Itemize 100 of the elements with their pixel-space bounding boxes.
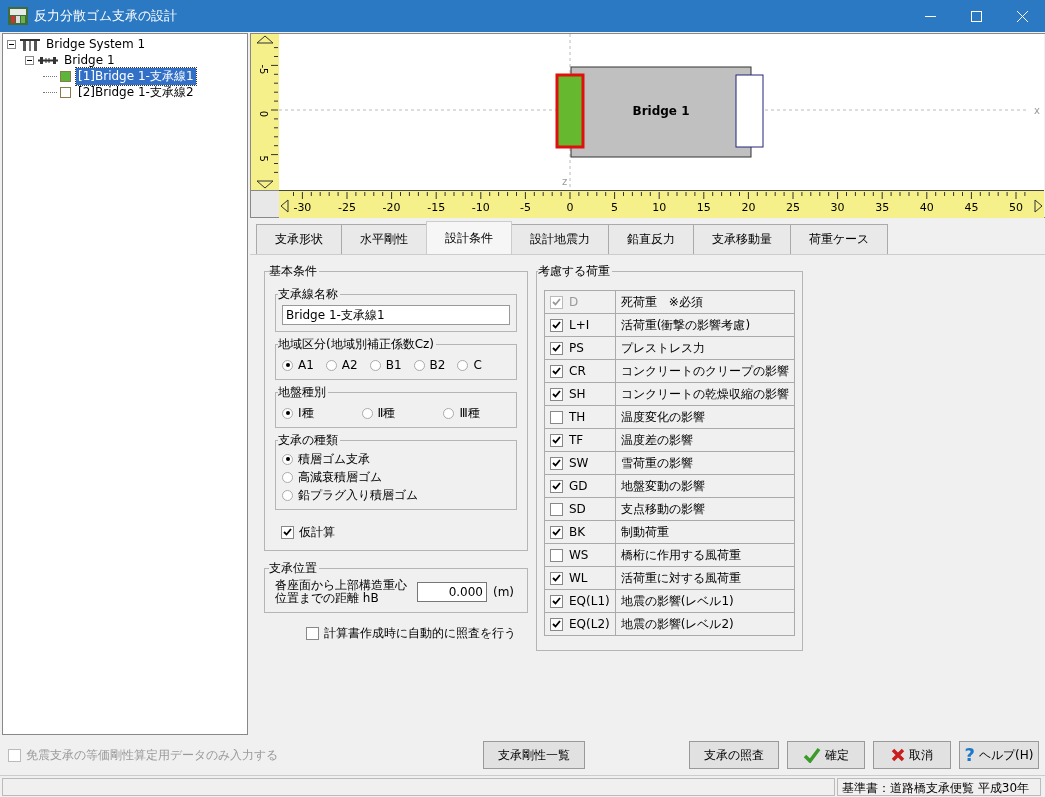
radio-button[interactable] xyxy=(325,359,337,371)
table-cell: プレストレス力 xyxy=(615,336,795,360)
ruler-label: -5 xyxy=(258,64,269,75)
checkbox-label: 免震支承の等価剛性算定用データのみ入力する xyxy=(26,746,278,764)
tree-item[interactable]: [2]Bridge 1-支承線2 xyxy=(76,83,196,101)
group-title: 支承線名称 xyxy=(278,286,339,303)
checkbox[interactable] xyxy=(550,410,563,424)
ruler-label: 35 xyxy=(875,201,890,214)
name-input-field[interactable]: Bridge 1-支承線1 xyxy=(282,305,510,325)
action-button[interactable]: 支承剛性一覧 xyxy=(482,741,585,769)
checkbox[interactable] xyxy=(550,364,563,378)
axis-label: z xyxy=(562,176,568,187)
radio-button[interactable] xyxy=(457,359,469,371)
table-cell: 制動荷重 xyxy=(615,520,795,544)
tree-item[interactable]: Bridge 1 xyxy=(62,53,117,67)
table-cell: 雪荷重の影響 xyxy=(615,451,795,475)
right-arrow-icon[interactable] xyxy=(1034,199,1043,213)
load-code: PS xyxy=(569,341,584,355)
checkbox[interactable] xyxy=(550,341,563,355)
tab[interactable]: 水平剛性 xyxy=(341,224,427,254)
ruler-label: 15 xyxy=(696,201,711,214)
radio-button[interactable] xyxy=(413,359,425,371)
load-code: D xyxy=(569,295,579,309)
ruler-label: 25 xyxy=(786,201,800,214)
ruler-label: -10 xyxy=(471,201,490,214)
radio-label: A1 xyxy=(298,358,314,372)
table-cell: コンクリートの乾燥収縮の影響 xyxy=(615,382,795,406)
radio-label: A2 xyxy=(341,358,358,372)
tree-item[interactable]: Bridge System 1 xyxy=(44,37,148,51)
status-text: 基準書：道路橋支承便覧 平成30年 xyxy=(837,778,1041,796)
window-title: 反力分散ゴム支承の設計 xyxy=(34,7,178,25)
load-code: CR xyxy=(569,364,586,378)
tab[interactable]: 荷重ケース xyxy=(790,224,888,254)
load-code: EQ(L1) xyxy=(569,594,610,608)
group-title: 支承位置 xyxy=(269,560,318,577)
ruler-label: -15 xyxy=(427,201,446,214)
ruler-label: -25 xyxy=(338,201,356,214)
ok-button[interactable]: 確定 xyxy=(787,741,865,769)
checkbox[interactable] xyxy=(550,525,563,539)
tab[interactable]: 設計条件 xyxy=(426,221,512,254)
radio-button[interactable] xyxy=(282,453,293,465)
collapse-icon[interactable] xyxy=(25,55,34,65)
cancel-button[interactable]: 取消 xyxy=(873,741,951,769)
help-button[interactable]: ? ヘルプ(H) xyxy=(959,741,1039,769)
load-code: SH xyxy=(569,387,586,401)
left-arrow-icon[interactable] xyxy=(280,199,289,213)
group-title: 地域区分(地域別補正係数Cz) xyxy=(278,336,436,353)
checkbox[interactable] xyxy=(550,502,563,516)
ruler-label: 10 xyxy=(652,201,667,214)
tree-item[interactable]: [1]Bridge 1-支承線1 xyxy=(76,67,196,85)
tab[interactable]: 設計地震力 xyxy=(511,224,609,254)
distance-input-field[interactable]: 0.000 xyxy=(417,581,487,602)
load-code: BK xyxy=(569,525,586,539)
collapse-icon[interactable] xyxy=(7,39,16,49)
radio-button[interactable] xyxy=(282,489,293,501)
up-arrow-icon[interactable] xyxy=(256,35,274,44)
checkbox[interactable] xyxy=(550,456,563,470)
unit-label: (m) xyxy=(493,584,515,599)
action-button[interactable]: 支承の照査 xyxy=(689,741,779,769)
tab[interactable]: 支承移動量 xyxy=(693,224,791,254)
close-icon xyxy=(891,748,905,762)
checkbox[interactable] xyxy=(306,626,319,640)
checkbox[interactable] xyxy=(550,387,563,401)
ruler-label: 45 xyxy=(964,201,979,214)
checkbox[interactable] xyxy=(281,525,294,539)
checkbox[interactable] xyxy=(550,548,563,562)
field-label: 沓座面から上部構造重心 xyxy=(275,579,407,592)
checkbox[interactable] xyxy=(550,571,563,585)
radio-button[interactable] xyxy=(443,407,455,419)
radio-button[interactable] xyxy=(361,407,373,419)
axis-label: x xyxy=(1034,105,1040,116)
ruler-label: 30 xyxy=(830,201,845,214)
ruler-label: -30 xyxy=(293,201,312,214)
checkbox[interactable] xyxy=(550,594,563,608)
checkbox[interactable] xyxy=(550,433,563,447)
checkbox[interactable] xyxy=(550,318,563,332)
ruler-label: 50 xyxy=(1009,201,1023,214)
app-icon xyxy=(8,7,28,25)
radio-label: C xyxy=(473,358,482,372)
radio-button[interactable] xyxy=(282,407,293,419)
ruler-label: -5 xyxy=(519,201,531,214)
group-title: 基本条件 xyxy=(269,263,318,280)
tab[interactable]: 鉛直反力 xyxy=(608,224,694,254)
radio-button[interactable] xyxy=(282,359,293,371)
radio-label: 鉛プラグ入り積層ゴム xyxy=(298,486,418,504)
radio-button[interactable] xyxy=(369,359,381,371)
checkbox[interactable] xyxy=(550,479,563,493)
tab[interactable]: 支承形状 xyxy=(256,224,342,254)
load-code: SD xyxy=(569,502,586,516)
bridge-pier-icon xyxy=(19,37,41,51)
checkbox[interactable] xyxy=(550,617,563,631)
table-cell: 地震の影響(レベル1) xyxy=(615,589,795,613)
group-title: 地盤種別 xyxy=(278,384,327,401)
ruler-label: -20 xyxy=(382,201,401,214)
radio-button[interactable] xyxy=(282,471,293,483)
table-cell: 橋桁に作用する風荷重 xyxy=(615,543,795,567)
ruler-label: 5 xyxy=(611,201,619,214)
down-arrow-icon[interactable] xyxy=(256,180,274,189)
table-cell: 活荷重に対する風荷重 xyxy=(615,566,795,590)
load-code: WS xyxy=(569,548,589,562)
